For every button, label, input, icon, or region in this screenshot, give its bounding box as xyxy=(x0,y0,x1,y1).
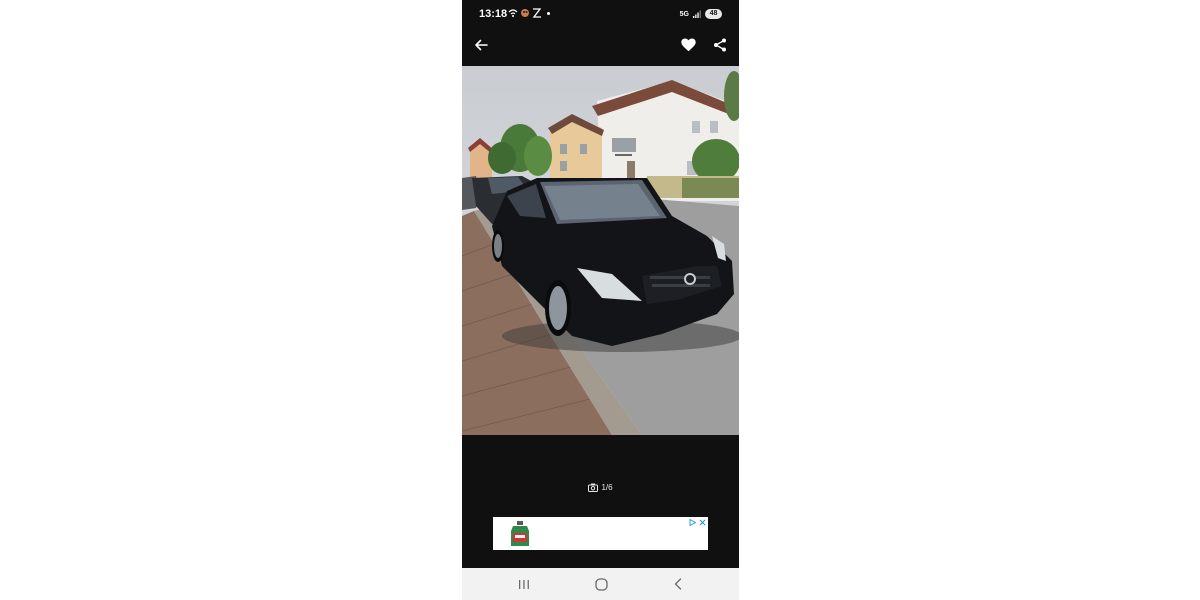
ad-close-x-icon xyxy=(699,519,706,526)
phone-screen: 13:18 5G 48 1/6 xyxy=(462,0,739,600)
status-time: 13:18 xyxy=(479,8,508,20)
adchoices-triangle-icon xyxy=(689,518,697,527)
camera-icon xyxy=(588,483,599,492)
signal-icon xyxy=(693,10,701,18)
share-button[interactable] xyxy=(709,34,731,56)
ad-banner[interactable] xyxy=(493,517,708,550)
system-nav-bar xyxy=(462,568,739,600)
recents-icon xyxy=(519,579,529,589)
home-icon xyxy=(594,577,608,591)
network-type: 5G xyxy=(679,10,689,18)
app-bar xyxy=(462,28,739,66)
back-icon xyxy=(674,578,682,590)
status-right-group: 5G 48 xyxy=(680,8,722,20)
close-icon[interactable] xyxy=(699,518,706,528)
share-icon xyxy=(714,38,726,52)
status-notification-icons xyxy=(508,8,544,20)
image-counter-text: 1/6 xyxy=(601,482,613,492)
adchoices-icon[interactable] xyxy=(689,518,697,528)
status-bar: 13:18 5G 48 xyxy=(462,0,739,28)
battery-indicator: 48 xyxy=(705,9,722,19)
heart-icon xyxy=(680,38,696,52)
recents-button[interactable] xyxy=(514,574,534,594)
favorite-button[interactable] xyxy=(677,34,699,56)
home-button[interactable] xyxy=(591,574,611,594)
status-app-icons xyxy=(508,8,542,18)
notification-dot xyxy=(547,12,550,15)
back-button[interactable] xyxy=(470,34,492,56)
back-arrow-icon xyxy=(475,39,488,51)
system-back-button[interactable] xyxy=(668,574,688,594)
ad-product-image[interactable] xyxy=(510,521,530,547)
listing-photo[interactable] xyxy=(462,66,739,435)
image-counter: 1/6 xyxy=(462,480,739,494)
